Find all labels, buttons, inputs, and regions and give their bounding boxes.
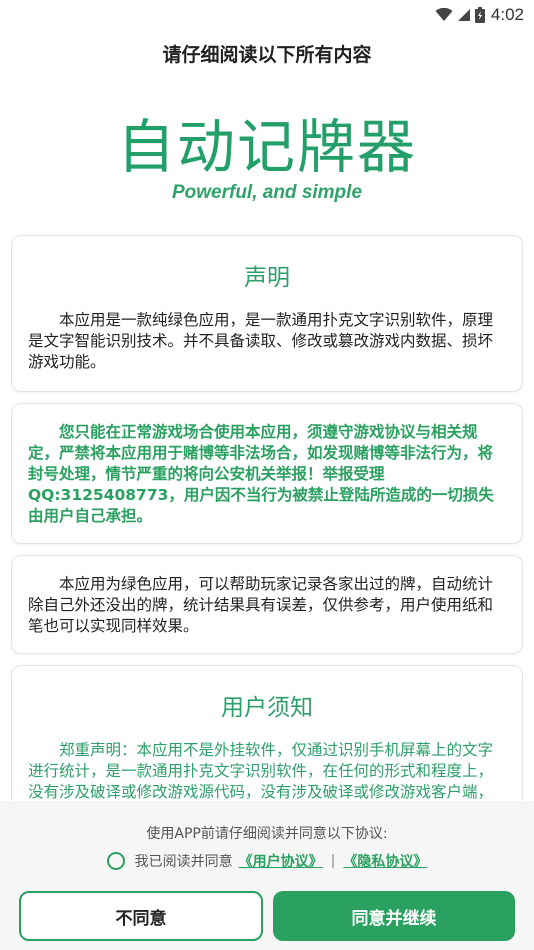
status-bar: 4:02 (0, 0, 534, 30)
app-name: 自动记牌器 (116, 113, 417, 181)
statement-text: 本应用是一款纯绿色应用，是一款通用扑克文字识别软件，原理是文字智能识别技术。并不… (28, 311, 494, 371)
user-notice-text: 郑重声明：本应用不是外挂软件，仅通过识别手机屏幕上的文字进行统计，是一款通用扑克… (28, 741, 494, 801)
content-scroll-area[interactable]: 声明 本应用是一款纯绿色应用，是一款通用扑克文字识别软件，原理是文字智能识别技术… (11, 235, 523, 801)
usage-text: 本应用为绿色应用，可以帮助玩家记录各家出过的牌，自动统计除自己外还没出的牌，统计… (28, 575, 494, 635)
tagline: Powerful, and simple (171, 182, 363, 203)
cellular-signal-icon (457, 9, 470, 21)
status-time: 4:02 (490, 5, 524, 24)
statement-title: 声明 (244, 265, 290, 291)
warning-card: 您只能在正常游戏场合使用本应用，须遵守游戏协议与相关规定，严禁将本应用用于赌博等… (11, 403, 523, 544)
user-notice-title: 用户须知 (221, 695, 313, 721)
status-icons (435, 7, 485, 23)
statement-card: 声明 本应用是一款纯绿色应用，是一款通用扑克文字识别软件，原理是文字智能识别技术… (11, 235, 523, 392)
agreement-panel: 使用APP前请仔细阅读并同意以下协议: 我已阅读并同意 《用户协议》 | 《隐私… (0, 802, 534, 950)
warning-text: 您只能在正常游戏场合使用本应用，须遵守游戏协议与相关规定，严禁将本应用用于赌博等… (28, 423, 494, 525)
battery-icon (474, 7, 485, 23)
usage-card: 本应用为绿色应用，可以帮助玩家记录各家出过的牌，自动统计除自己外还没出的牌，统计… (11, 555, 523, 654)
agree-label: 我已阅读并同意 (134, 854, 233, 870)
page-title: 请仔细阅读以下所有内容 (162, 44, 372, 66)
agreement-row: 我已阅读并同意 《用户协议》 | 《隐私协议》 (0, 851, 534, 871)
user-notice-card: 用户须知 郑重声明：本应用不是外挂软件，仅通过识别手机屏幕上的文字进行统计，是一… (11, 665, 523, 801)
agree-radio[interactable] (106, 852, 125, 870)
privacy-policy-link[interactable]: 《隐私协议》 (343, 851, 427, 871)
agreement-prompt: 使用APP前请仔细阅读并同意以下协议: (146, 826, 388, 842)
user-agreement-link[interactable]: 《用户协议》 (239, 851, 323, 871)
wifi-icon (435, 8, 453, 21)
disagree-button[interactable]: 不同意 (19, 891, 263, 941)
agree-continue-button[interactable]: 同意并继续 (273, 891, 515, 941)
link-separator: | (330, 853, 336, 869)
